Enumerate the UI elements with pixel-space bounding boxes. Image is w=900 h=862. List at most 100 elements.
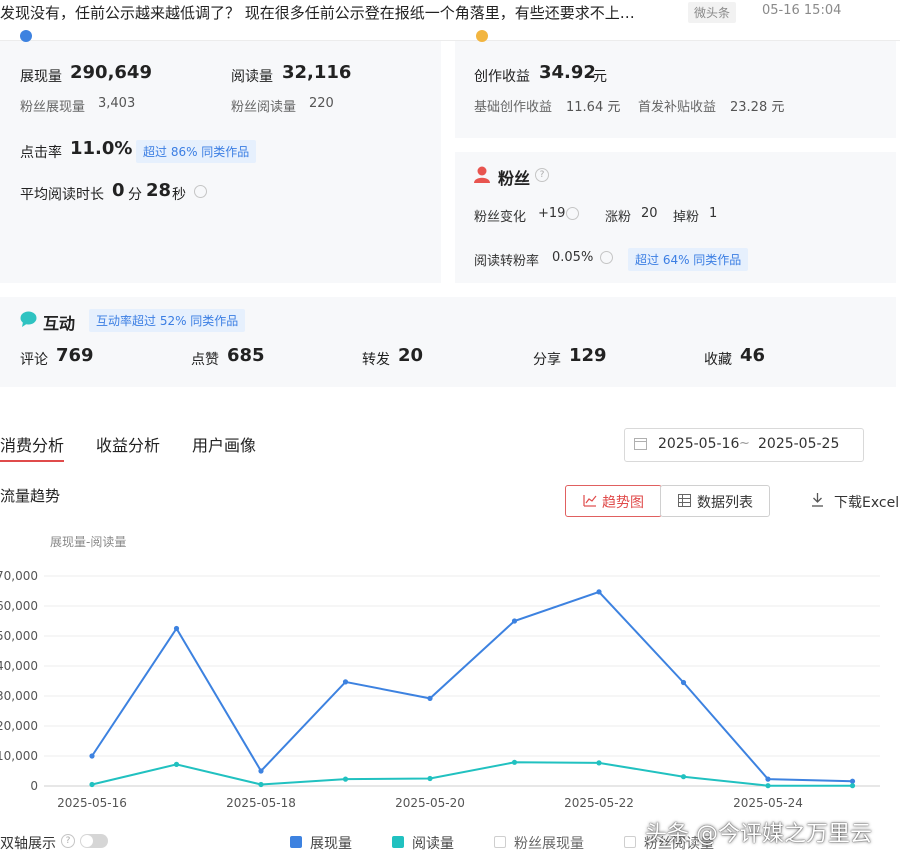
fans-loss-label: 掉粉 bbox=[673, 210, 700, 225]
series-line bbox=[91, 590, 853, 783]
data-point bbox=[765, 783, 771, 789]
data-point bbox=[258, 781, 264, 788]
likes-label: 点赞 bbox=[191, 352, 219, 368]
stats-icon bbox=[20, 30, 32, 42]
shares-value: 129 bbox=[569, 345, 607, 366]
data-point bbox=[427, 775, 433, 782]
x-tick-label: 2025-05-24 bbox=[733, 796, 803, 810]
y-tick-label: 70,000 bbox=[0, 569, 38, 583]
impressions-checkbox[interactable] bbox=[290, 836, 302, 848]
trend-chart-label: 趋势图 bbox=[602, 495, 644, 511]
fans-title: 粉丝 bbox=[498, 169, 531, 188]
income-unit: 元 bbox=[593, 69, 607, 85]
help-icon[interactable]: ? bbox=[535, 168, 549, 182]
chat-bubble-icon bbox=[20, 311, 37, 327]
history-icon[interactable] bbox=[600, 251, 613, 264]
base-income-value: 11.64 元 bbox=[566, 100, 621, 115]
shares-label: 分享 bbox=[533, 352, 561, 368]
data-point bbox=[596, 589, 602, 595]
impressions-value: 290,649 bbox=[70, 62, 152, 83]
fans-change-value: +19 bbox=[538, 206, 566, 221]
comments-label: 评论 bbox=[20, 352, 48, 368]
toggle-knob bbox=[81, 835, 93, 847]
date-start[interactable]: 2025-05-16 bbox=[658, 436, 739, 452]
line-chart-icon bbox=[583, 495, 597, 507]
fan-reads-label: 粉丝阅读量 bbox=[231, 100, 297, 115]
fan-reads-checkbox[interactable] bbox=[624, 836, 636, 848]
reads-label: 阅读量 bbox=[231, 69, 273, 85]
x-tick-label: 2025-05-22 bbox=[564, 796, 634, 810]
data-point bbox=[89, 781, 95, 788]
source-tag: 微头条 bbox=[688, 2, 737, 23]
dual-axis-toggle[interactable] bbox=[80, 834, 108, 848]
data-point bbox=[342, 776, 349, 782]
legend-impressions[interactable]: 展现量 bbox=[310, 833, 352, 853]
help-icon[interactable]: ? bbox=[61, 834, 75, 848]
history-icon[interactable] bbox=[194, 185, 207, 198]
y-tick-label: 10,000 bbox=[0, 749, 38, 763]
avg-read-min-unit: 分 bbox=[128, 187, 142, 203]
data-point bbox=[680, 679, 687, 686]
data-list-label: 数据列表 bbox=[697, 495, 753, 511]
favorites-label: 收藏 bbox=[704, 352, 732, 368]
download-icon[interactable] bbox=[811, 492, 824, 507]
data-point bbox=[342, 679, 349, 685]
date-separator: ~ bbox=[739, 436, 750, 451]
legend-reads[interactable]: 阅读量 bbox=[412, 833, 454, 853]
conv-value: 0.05% bbox=[552, 250, 594, 265]
reads-checkbox[interactable] bbox=[392, 836, 404, 848]
data-point bbox=[849, 783, 856, 789]
data-point bbox=[173, 761, 180, 767]
fan-reads-value: 220 bbox=[309, 96, 334, 111]
download-excel-button[interactable]: 下载Excel bbox=[834, 492, 899, 512]
reposts-value: 20 bbox=[398, 345, 424, 366]
date-end[interactable]: 2025-05-25 bbox=[758, 436, 839, 452]
data-list-button[interactable]: 数据列表 bbox=[660, 485, 770, 517]
trend-chart-button[interactable]: 趋势图 bbox=[565, 485, 662, 517]
ctr-badge: 超过 86% 同类作品 bbox=[136, 140, 257, 163]
y-tick-label: 60,000 bbox=[0, 599, 38, 613]
fans-gain-value: 20 bbox=[641, 206, 658, 221]
fan-impressions-checkbox[interactable] bbox=[494, 836, 506, 848]
calendar-icon bbox=[634, 438, 647, 450]
conv-badge: 超过 64% 同类作品 bbox=[628, 248, 749, 271]
data-point bbox=[427, 695, 433, 701]
tab-consumption[interactable]: 消费分析 bbox=[0, 432, 64, 456]
fans-loss-value: 1 bbox=[709, 206, 718, 221]
reads-value: 32,116 bbox=[282, 62, 352, 83]
base-income-label: 基础创作收益 bbox=[474, 100, 553, 115]
x-tick-label: 2025-05-20 bbox=[395, 796, 465, 810]
impressions-label: 展现量 bbox=[20, 69, 62, 85]
ctr-label: 点击率 bbox=[20, 145, 62, 161]
y-tick-label: 50,000 bbox=[0, 629, 38, 643]
tab-user-profile[interactable]: 用户画像 bbox=[192, 432, 256, 456]
tab-active-indicator bbox=[0, 460, 64, 462]
comments-value: 769 bbox=[56, 345, 94, 366]
fan-impressions-value: 3,403 bbox=[98, 96, 136, 111]
avg-read-sec-unit: 秒 bbox=[172, 187, 186, 203]
y-tick-label: 0 bbox=[30, 779, 38, 793]
income-icon bbox=[476, 30, 488, 42]
traffic-trend-chart[interactable]: 0 10,000 20,000 30,000 40,000 50,000 60,000 70,… bbox=[0, 560, 900, 815]
article-title[interactable]: 发现没有，任前公示越来越低调了？ 现在很多任前公示登在报纸一个角落里，有些还要求… bbox=[0, 2, 680, 23]
income-label: 创作收益 bbox=[474, 69, 530, 85]
tab-income[interactable]: 收益分析 bbox=[96, 432, 160, 456]
history-icon[interactable] bbox=[566, 207, 579, 220]
fans-change-label: 粉丝变化 bbox=[474, 210, 527, 225]
first-pub-label: 首发补贴收益 bbox=[638, 100, 717, 115]
y-tick-label: 30,000 bbox=[0, 689, 38, 703]
data-point bbox=[511, 759, 518, 765]
chart-caption: 展现量-阅读量 bbox=[50, 535, 127, 549]
legend-fan-impressions[interactable]: 粉丝展现量 bbox=[514, 833, 584, 853]
timestamp: 05-16 15:04 bbox=[762, 3, 842, 18]
series-line bbox=[91, 761, 853, 787]
data-point bbox=[765, 776, 771, 782]
fans-gain-label: 涨粉 bbox=[605, 210, 632, 225]
y-tick-label: 40,000 bbox=[0, 659, 38, 673]
y-tick-label: 20,000 bbox=[0, 719, 38, 733]
data-point bbox=[258, 768, 264, 774]
avg-read-label: 平均阅读时长 bbox=[20, 187, 104, 203]
data-point bbox=[849, 778, 856, 784]
x-tick-label: 2025-05-16 bbox=[57, 796, 127, 810]
income-card bbox=[455, 41, 896, 138]
